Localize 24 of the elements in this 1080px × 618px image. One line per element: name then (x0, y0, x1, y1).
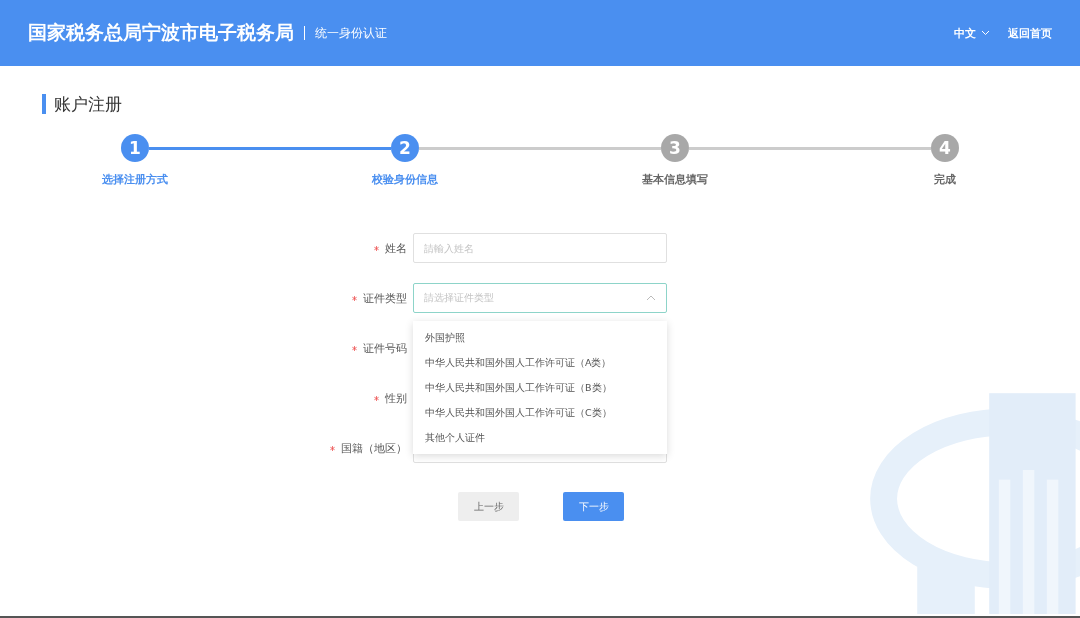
site-title: 国家税务总局宁波市电子税务局 (28, 20, 294, 45)
page-title: 账户注册 (42, 94, 1080, 114)
field-label: 证件号码 (363, 341, 407, 355)
previous-button[interactable]: 上一步 (458, 492, 519, 521)
step-label: 完成 (934, 172, 956, 187)
dropdown-option[interactable]: 其他个人证件 (413, 425, 667, 450)
chevron-up-icon (646, 295, 656, 301)
dropdown-option[interactable]: 外国护照 (413, 325, 667, 350)
step-number: 3 (661, 134, 689, 162)
step-label: 选择注册方式 (102, 172, 168, 187)
step-number: 1 (121, 134, 149, 162)
field-label: 姓名 (385, 241, 407, 255)
dropdown-option[interactable]: 中华人民共和国外国人工作许可证（C类） (413, 400, 667, 425)
field-label: 性别 (385, 391, 407, 405)
field-label: 国籍（地区） (341, 441, 407, 455)
dropdown-option[interactable]: 中华人民共和国外国人工作许可证（B类） (413, 375, 667, 400)
site-subtitle: 统一身份认证 (315, 24, 387, 42)
chevron-down-icon (981, 30, 990, 36)
step-number: 4 (931, 134, 959, 162)
step-number: 2 (391, 134, 419, 162)
field-label: 证件类型 (363, 291, 407, 305)
step-label: 基本信息填写 (642, 172, 708, 187)
dropdown-option[interactable]: 中华人民共和国外国人工作许可证（A类） (413, 350, 667, 375)
step-label: 校验身份信息 (372, 172, 438, 187)
